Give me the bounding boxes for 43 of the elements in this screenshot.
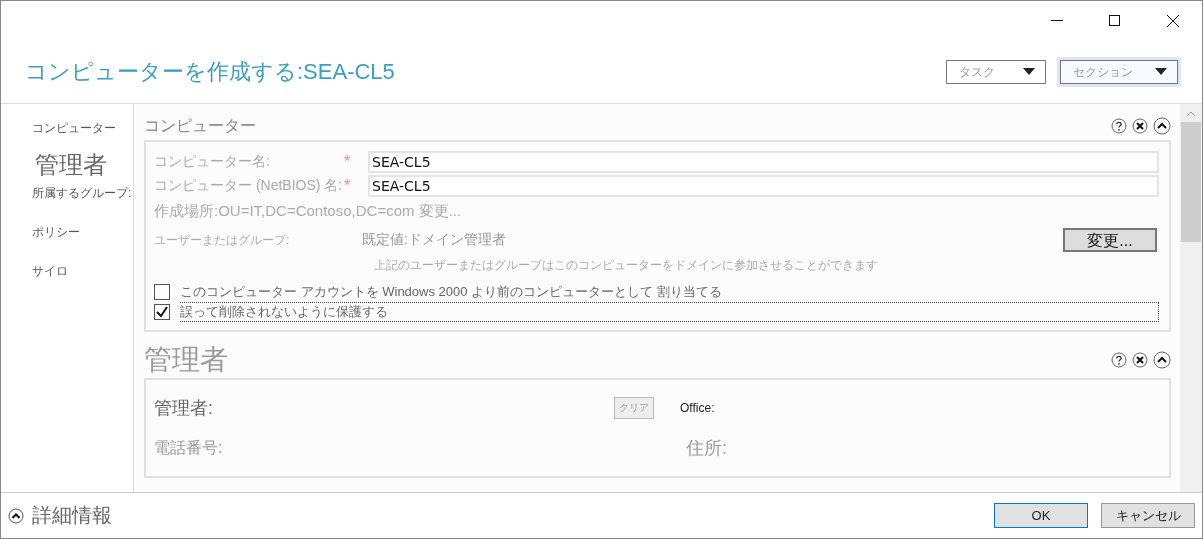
section-heading: 管理者 xyxy=(144,343,229,377)
sidebar-item[interactable]: 所属するグループ: xyxy=(32,185,133,202)
field-label: コンピューター名: xyxy=(154,153,271,171)
section-heading: コンピューター xyxy=(144,115,257,136)
location-text: 作成場所:OU=IT,DC=Contoso,DC=com xyxy=(154,202,415,219)
close-icon[interactable] xyxy=(1167,15,1179,27)
maximize-icon[interactable] xyxy=(1109,15,1121,27)
details-toggle[interactable]: 詳細情報 xyxy=(8,502,981,529)
field-label: 住所: xyxy=(686,437,727,460)
close-icon[interactable] xyxy=(1132,352,1148,368)
required-mark: * xyxy=(344,153,352,171)
sidebar-item[interactable]: 管理者 xyxy=(32,149,133,181)
collapse-icon[interactable] xyxy=(1153,117,1171,135)
dialog-button[interactable]: OK xyxy=(994,503,1088,528)
field-label: 管理者: xyxy=(154,397,214,420)
dialog-button[interactable]: キャンセル xyxy=(1101,503,1195,528)
dialog-title: コンピューターを作成する:SEA-CL5 xyxy=(25,58,396,86)
field-label: Office: xyxy=(680,401,715,415)
checkbox[interactable] xyxy=(154,284,170,300)
scrollbar[interactable] xyxy=(1180,104,1202,492)
dropdown-arrow-icon xyxy=(1023,68,1035,76)
dropdown-arrow-icon xyxy=(1155,68,1167,76)
help-icon[interactable] xyxy=(1111,118,1127,134)
field-value: 既定値:ドメイン管理者 xyxy=(362,231,507,249)
sidebar-item[interactable]: ポリシー xyxy=(32,224,133,241)
hint-text: 上記のユーザーまたはグループはこのコンピューターをドメインに参加させることができます xyxy=(373,257,879,274)
field-label: ユーザーまたはグループ: xyxy=(154,231,291,249)
sidebar-item[interactable]: コンピューター xyxy=(32,120,133,137)
expand-icon[interactable] xyxy=(8,507,24,524)
field-label: コンピューター (NetBIOS) 名: xyxy=(154,177,344,195)
checkbox[interactable] xyxy=(154,304,170,320)
close-icon[interactable] xyxy=(1132,118,1148,134)
required-mark: * xyxy=(344,177,352,195)
input-field[interactable]: SEA-CL5 xyxy=(368,175,1159,197)
checkbox-label[interactable]: このコンピューター アカウントを Windows 2000 より前のコンピューターとして 割り当てる xyxy=(180,283,722,301)
collapse-icon[interactable] xyxy=(1153,351,1171,369)
change-button[interactable]: 変更... xyxy=(1063,228,1157,252)
input-field[interactable]: SEA-CL5 xyxy=(368,151,1159,173)
help-icon[interactable] xyxy=(1111,352,1127,368)
minimize-icon[interactable] xyxy=(1051,20,1063,22)
field-label: 電話番号: xyxy=(154,437,224,458)
checkbox-label[interactable]: 誤って削除されないように保護する xyxy=(180,302,1159,322)
sidebar-item[interactable]: サイロ xyxy=(32,263,133,280)
